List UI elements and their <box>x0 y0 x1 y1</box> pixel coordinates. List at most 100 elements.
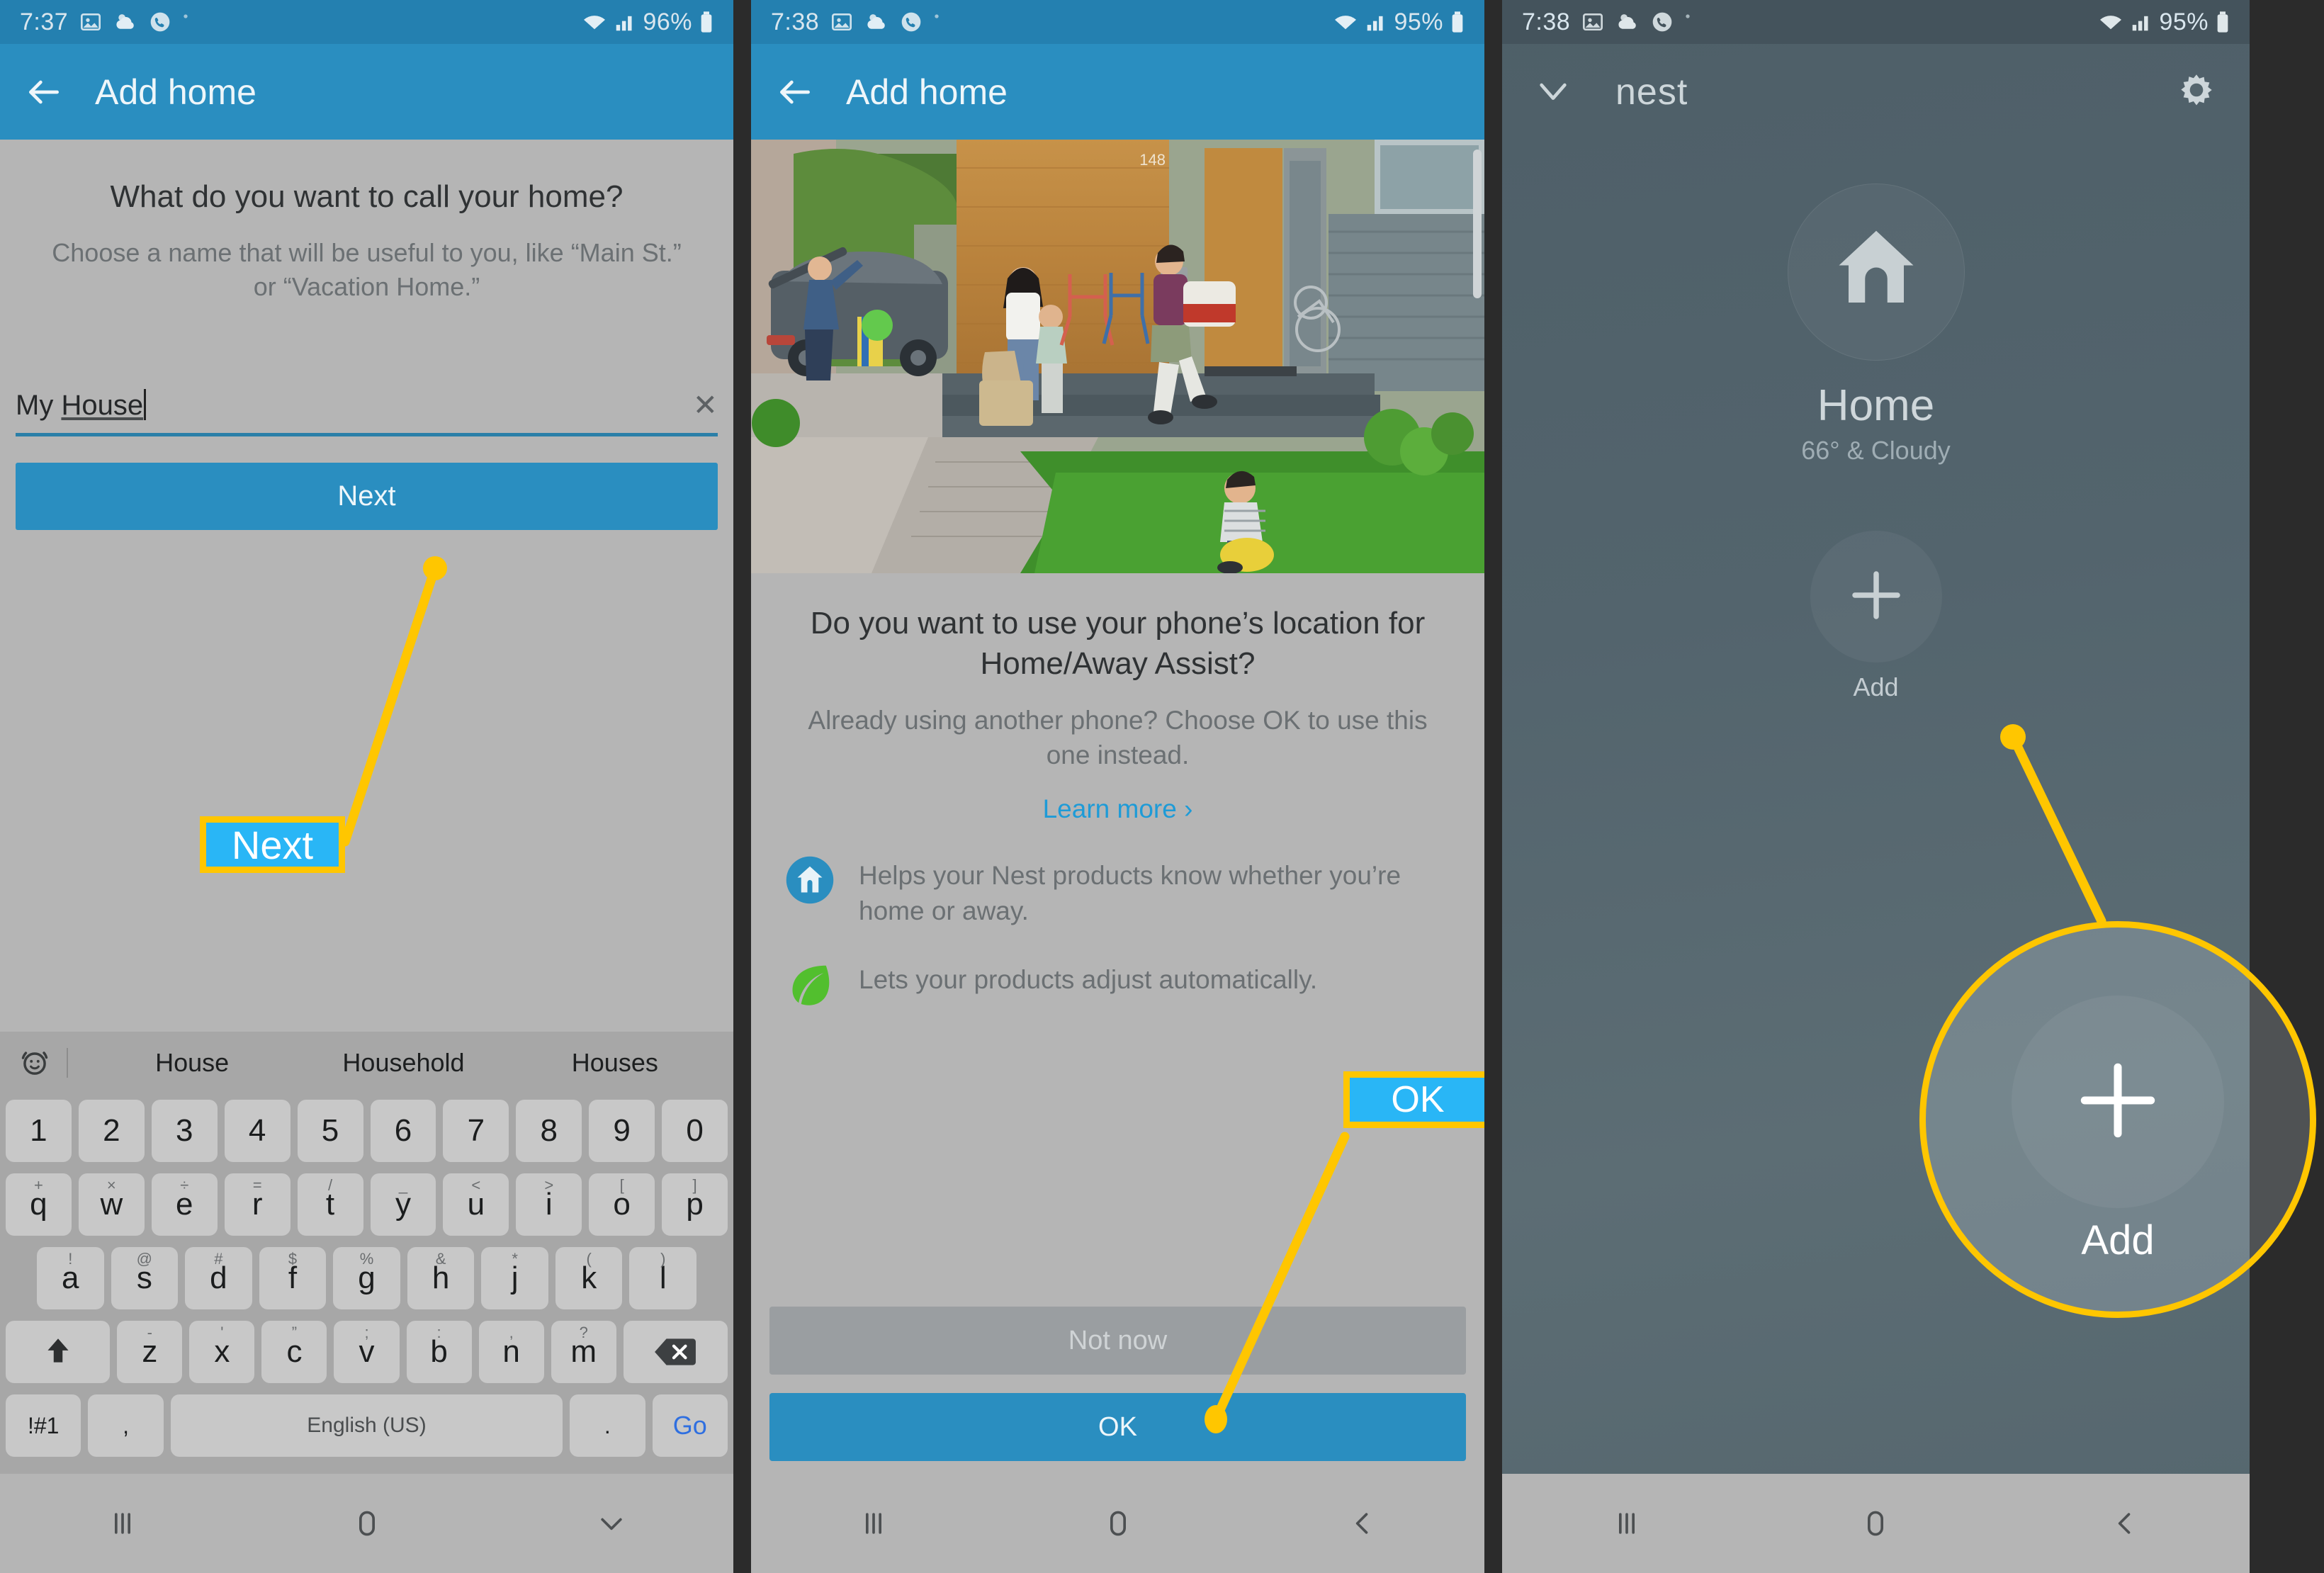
key-l[interactable]: ) l <box>629 1247 697 1309</box>
back-arrow-icon[interactable] <box>24 72 64 112</box>
key-o[interactable]: [o <box>589 1173 655 1236</box>
next-button[interactable]: Next <box>16 463 718 530</box>
key-5[interactable]: 5 <box>297 1100 363 1162</box>
chevron-down-icon[interactable] <box>1533 70 1573 113</box>
recents-icon[interactable] <box>107 1508 138 1539</box>
panel-divider-2 <box>1484 0 1502 1573</box>
back-icon[interactable] <box>1347 1508 1378 1539</box>
home-icon[interactable] <box>1102 1508 1134 1539</box>
phone-icon <box>900 11 923 33</box>
key-f[interactable]: $ f <box>259 1247 327 1309</box>
panel1-body: What do you want to call your home? Choo… <box>0 140 733 1573</box>
keyboard-row-bottom: -z ' x ” c ; v :b ,n ? m <box>0 1315 733 1389</box>
recents-icon[interactable] <box>1611 1508 1642 1539</box>
key-3[interactable]: 3 <box>151 1100 218 1162</box>
key-p[interactable]: ] p <box>662 1173 728 1236</box>
key-u[interactable]: < u <box>443 1173 509 1236</box>
key-7[interactable]: 7 <box>443 1100 509 1162</box>
key-m-alt: ? <box>579 1324 588 1341</box>
suggestion-1[interactable]: House <box>86 1048 298 1078</box>
symbols-key[interactable]: !#1 <box>6 1394 81 1457</box>
add-device-label: Add <box>1853 672 1899 701</box>
key-b[interactable]: :b <box>406 1321 472 1383</box>
key-h-alt: & <box>435 1250 446 1268</box>
ok-button[interactable]: OK <box>769 1393 1466 1461</box>
family-home-illustration: 148 <box>751 140 1484 573</box>
overflow-dot-icon <box>1685 11 1691 33</box>
home-name-input[interactable]: My House <box>16 389 147 422</box>
suggestion-2[interactable]: Household <box>298 1048 509 1078</box>
back-arrow-icon[interactable] <box>775 72 815 112</box>
key-p-alt: ] <box>692 1176 697 1194</box>
key-c[interactable]: ” c <box>261 1321 327 1383</box>
back-icon[interactable] <box>2109 1508 2140 1539</box>
feature-text-auto-adjust: Lets your products adjust automatically. <box>859 965 1318 995</box>
key-t-alt: / <box>327 1176 333 1194</box>
key-w[interactable]: × w <box>78 1173 145 1236</box>
overflow-dot-icon <box>183 11 188 33</box>
on-screen-keyboard: House Household Houses 1 2 3 4 5 6 7 8 9… <box>0 1032 733 1474</box>
not-now-label: Not now <box>1068 1325 1168 1355</box>
home-icon[interactable] <box>1860 1508 1891 1539</box>
close-icon[interactable]: ✕ <box>693 390 718 422</box>
status-bar: 7:38 95% <box>1502 0 2250 44</box>
key-x[interactable]: ' x <box>189 1321 255 1383</box>
nest-app-bar: nest <box>1502 44 2250 140</box>
key-8[interactable]: 8 <box>516 1100 582 1162</box>
suggestion-3[interactable]: Houses <box>509 1048 721 1078</box>
space-key[interactable]: English (US) <box>170 1394 563 1457</box>
period-key[interactable]: . <box>570 1394 645 1457</box>
emoji-icon[interactable] <box>13 1041 57 1085</box>
home-icon[interactable] <box>351 1508 383 1539</box>
battery-icon <box>1450 11 1465 33</box>
key-a[interactable]: ! a <box>36 1247 104 1309</box>
key-i-alt: > <box>544 1176 554 1194</box>
callout-add-magnifier: Add <box>1919 921 2316 1318</box>
key-4[interactable]: 4 <box>224 1100 290 1162</box>
key-6[interactable]: 6 <box>370 1100 436 1162</box>
key-q[interactable]: + q <box>5 1173 72 1236</box>
key-2[interactable]: 2 <box>78 1100 145 1162</box>
key-v[interactable]: ; v <box>334 1321 400 1383</box>
key-g[interactable]: % g <box>333 1247 400 1309</box>
home-structure-button[interactable] <box>1787 184 1965 361</box>
key-n[interactable]: ,n <box>478 1321 544 1383</box>
app-bar: Add home <box>0 44 733 140</box>
shift-arrow-icon[interactable] <box>5 1321 111 1383</box>
key-1[interactable]: 1 <box>5 1100 72 1162</box>
gear-icon[interactable] <box>2174 68 2218 115</box>
plus-icon <box>2068 1051 2167 1154</box>
home-name-value-spell: House <box>61 390 144 421</box>
key-j[interactable]: * j <box>481 1247 548 1309</box>
recents-icon[interactable] <box>858 1508 889 1539</box>
key-e[interactable]: ÷ e <box>151 1173 218 1236</box>
key-z[interactable]: -z <box>117 1321 183 1383</box>
key-m[interactable]: ? m <box>551 1321 616 1383</box>
location-subtitle: Already using another phone? Choose OK t… <box>808 706 1428 770</box>
add-device-button[interactable] <box>1810 531 1942 663</box>
callout-next-label: Next <box>231 822 314 867</box>
key-s[interactable]: @ s <box>111 1247 179 1309</box>
key-k[interactable]: (k <box>555 1247 623 1309</box>
callout-add-inner-circle <box>2012 996 2224 1208</box>
backspace-icon[interactable] <box>623 1321 728 1383</box>
scrollbar-thumb[interactable] <box>1473 150 1482 298</box>
key-i[interactable]: > i <box>516 1173 582 1236</box>
go-key[interactable]: Go <box>652 1394 728 1457</box>
key-y[interactable]: _ y <box>370 1173 436 1236</box>
keyboard-row-qwerty: + q × w ÷ e = r / t _ y < u > i [o ] p <box>0 1168 733 1241</box>
key-r[interactable]: = r <box>224 1173 290 1236</box>
key-0[interactable]: 0 <box>662 1100 728 1162</box>
home-title: Home <box>1817 381 1935 430</box>
comma-key[interactable]: , <box>88 1394 164 1457</box>
key-t[interactable]: / t <box>297 1173 363 1236</box>
key-d[interactable]: # d <box>185 1247 252 1309</box>
hide-keyboard-icon[interactable] <box>596 1508 627 1539</box>
panel-nest-home: 7:38 95% nest Home 66° & Cloudy Add <box>1502 0 2250 1573</box>
not-now-button[interactable]: Not now <box>769 1307 1466 1375</box>
nest-logo: nest <box>1615 71 1688 113</box>
key-h[interactable]: & h <box>407 1247 475 1309</box>
key-9[interactable]: 9 <box>589 1100 655 1162</box>
keyboard-row-space: !#1 , English (US) . Go <box>0 1389 733 1462</box>
learn-more-link[interactable]: Learn more › <box>751 773 1484 824</box>
